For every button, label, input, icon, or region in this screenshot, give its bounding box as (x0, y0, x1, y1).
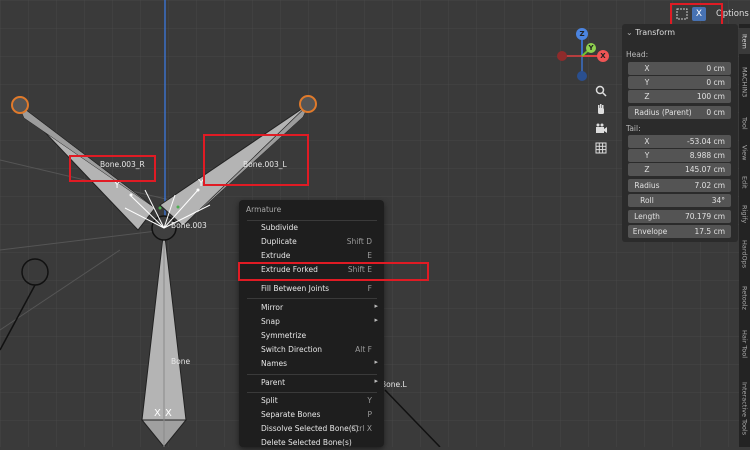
submenu-arrow-icon: ▸ (374, 316, 378, 324)
tail-y-field[interactable]: Y 8.988 cm (628, 149, 731, 162)
submenu-arrow-icon: ▸ (374, 358, 378, 366)
radius-parent-field[interactable]: Radius (Parent) 0 cm (628, 106, 731, 119)
gizmo-x[interactable]: X (597, 50, 609, 62)
menu-item-parent[interactable]: Parent ▸ (241, 377, 382, 390)
tab-hardops[interactable]: HardOps (739, 234, 750, 274)
menu-separator (247, 374, 377, 375)
menu-title: Armature (246, 205, 282, 214)
tab-rigify[interactable]: Rigify (739, 198, 750, 230)
menu-item-separate-bones[interactable]: Separate Bones P (241, 409, 382, 422)
tail-z-field[interactable]: Z 145.07 cm (628, 163, 731, 176)
envelope-field[interactable]: Envelope 17.5 cm (628, 225, 731, 238)
tail-x-field[interactable]: X -53.04 cm (628, 135, 731, 148)
menu-item-switch-direction[interactable]: Switch Direction Alt F (241, 344, 382, 357)
bone-label-bone-l: Bone.L (381, 380, 407, 389)
tail-label: Tail: (626, 124, 641, 133)
highlight-box-bone-003-r (69, 155, 156, 182)
roll-field[interactable]: Roll 34° (628, 194, 731, 207)
tab-tool[interactable]: Tool (739, 110, 750, 136)
head-z-field[interactable]: Z 100 cm (628, 90, 731, 103)
submenu-arrow-icon: ▸ (374, 302, 378, 310)
joint-right-tail[interactable] (299, 95, 317, 113)
menu-item-mirror[interactable]: Mirror ▸ (241, 302, 382, 315)
menu-item-symmetrize[interactable]: Symmetrize (241, 330, 382, 343)
transform-panel: ⌄ Transform Head: X0 cm Y0 cm Z 100 cm Ra… (622, 24, 738, 242)
gizmo-z[interactable]: Z (576, 28, 588, 40)
head-y-field[interactable]: Y0 cm (628, 76, 731, 89)
tab-interactive-tools[interactable]: Interactive Tools (739, 370, 750, 447)
sidebar-tabs: Item MACHIN3 Tool View Edit Rigify HardO… (739, 24, 750, 447)
radius-field[interactable]: Radius 7.02 cm (628, 179, 731, 192)
menu-item-fill-between-joints[interactable]: Fill Between Joints F (241, 283, 382, 296)
tab-item[interactable]: Item (739, 28, 750, 54)
menu-item-delete-bones[interactable]: Delete Selected Bone(s) (241, 437, 382, 450)
menu-item-duplicate[interactable]: Duplicate Shift D (241, 236, 382, 249)
menu-item-split[interactable]: Split Y (241, 395, 382, 408)
tab-machin3[interactable]: MACHIN3 (739, 60, 750, 104)
transform-panel-title[interactable]: ⌄ Transform (626, 28, 675, 37)
tab-edit[interactable]: Edit (739, 170, 750, 194)
tab-view[interactable]: View (739, 140, 750, 166)
hand-pan-icon[interactable] (594, 103, 608, 117)
menu-item-dissolve-bones[interactable]: Dissolve Selected Bone(s) Ctrl X (241, 423, 382, 436)
submenu-arrow-icon: ▸ (374, 377, 378, 385)
tab-hair-tool[interactable]: Hair Tool (739, 322, 750, 366)
menu-item-names[interactable]: Names ▸ (241, 358, 382, 371)
tab-retoolz[interactable]: Retoolz (739, 278, 750, 318)
bone-label-003: Bone.003 (171, 221, 207, 230)
camera-icon[interactable] (594, 122, 608, 136)
menu-item-snap[interactable]: Snap ▸ (241, 316, 382, 329)
bone-label-bone: Bone (171, 357, 191, 366)
menu-separator (247, 298, 377, 299)
head-x-field[interactable]: X0 cm (628, 62, 731, 75)
menu-item-subdivide[interactable]: Subdivide (241, 222, 382, 235)
joint-left-tail[interactable] (11, 96, 29, 114)
x-marker-right: X (165, 408, 172, 419)
menu-separator (247, 220, 377, 221)
highlight-box-bone-003-l (203, 134, 309, 186)
chevron-down-icon: ⌄ (626, 28, 633, 37)
x-marker-left: X (154, 408, 161, 419)
length-field[interactable]: Length 70.179 cm (628, 210, 731, 223)
highlight-box-extrude-forked (238, 262, 429, 281)
armature-context-menu: Armature Subdivide Duplicate Shift D Extr… (239, 200, 384, 447)
menu-separator (247, 392, 377, 393)
head-label: Head: (626, 50, 649, 59)
zoom-icon[interactable] (594, 84, 608, 98)
gizmo-y[interactable]: Y (586, 43, 596, 53)
grid-view-icon[interactable] (594, 141, 608, 155)
